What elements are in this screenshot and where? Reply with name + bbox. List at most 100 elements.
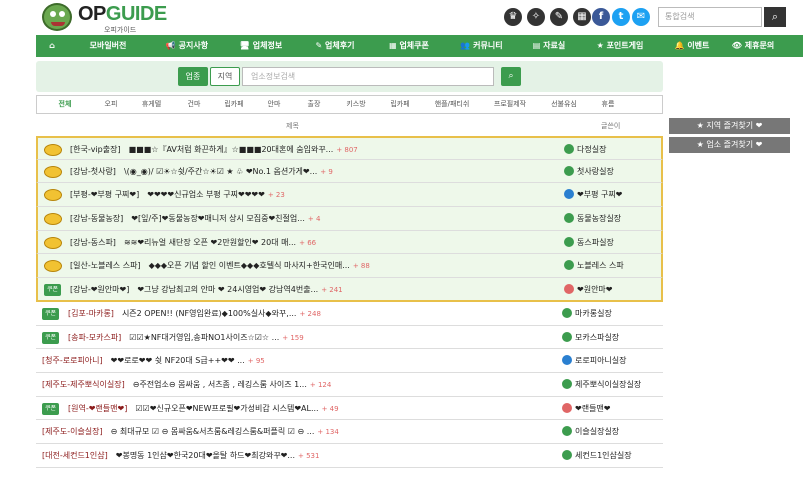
table-row[interactable]: [강남-동물농장] ❤[잎/주]❤동물농장❤매니저 상시 모집중❤친절업... + … bbox=[36, 207, 663, 231]
post-writer[interactable]: ❤부평 구찌❤ bbox=[564, 189, 622, 200]
tab-all[interactable]: 전체 bbox=[37, 96, 93, 113]
tab-lipcafe-2[interactable]: 립카페 bbox=[378, 96, 422, 113]
facebook-icon[interactable]: f bbox=[592, 8, 610, 26]
post-title-link[interactable]: [대전-세컨드1인샵] ❤봉명동 1인샵❤한국20대❤올탈 하드❤최강와꾸❤...… bbox=[42, 450, 502, 461]
comment-count: + 531 bbox=[298, 451, 320, 460]
nav-home[interactable]: ⌂ bbox=[36, 35, 68, 57]
table-row[interactable]: 쿠폰 [원역-❤랜들맨❤] ☑☑❤신규오픈❤NEW프로필❤가성비갑 시스템❤AL..… bbox=[36, 397, 663, 421]
vip-medal-icon bbox=[44, 165, 62, 178]
post-title: ❤[잎/주]❤동물농장❤매니저 상시 모집중❤친절업... bbox=[131, 214, 305, 224]
business-search-button[interactable]: ⌕ bbox=[501, 67, 521, 86]
search-area-button[interactable]: 지역 bbox=[210, 67, 240, 86]
nav-event[interactable]: 🔔 이벤트 bbox=[661, 35, 723, 57]
tab-profile[interactable]: 프로필제작 bbox=[482, 96, 538, 113]
table-row[interactable]: [일산-노블레스 스파] ◆◆◆오픈 기념 할인 이벤트◆◆◆호텔식 마사지+한국… bbox=[36, 254, 663, 279]
book-icon[interactable]: ▦ bbox=[573, 8, 591, 26]
post-writer[interactable]: 첫사랑실장 bbox=[564, 165, 614, 177]
tab-usim[interactable]: 선불유심 bbox=[538, 96, 590, 113]
post-list: [한국-vip출장] ■■■☆『AV처럼 화끈하게』☆■■■20대혼에 숨입와꾸.… bbox=[36, 136, 663, 468]
writer-level-icon bbox=[562, 307, 572, 318]
business-search-input[interactable]: 업소정보검색 bbox=[242, 67, 494, 86]
post-title-link[interactable]: [송파-모카스파] ☑☑★NF대거영입,송파NO1사이즈☆☑☆ ... + 159 bbox=[68, 332, 528, 343]
post-title-link[interactable]: [제주도-이슬실장] ⊖ 최대규모 ☑ ⊖ 몸싸움&서츠룸&레깅스룸&퍼플릭 ☑ … bbox=[42, 426, 502, 437]
table-row[interactable]: [청주-로로피아니] ❤❤로로❤❤ 쉿 NF20대 S급++❤❤ ... + 95 로… bbox=[36, 349, 663, 373]
post-title-link[interactable]: [부평-❤부평 구찌❤] ❤❤❤❤신규업소 부평 구찌❤❤❤❤ + 23 bbox=[70, 189, 530, 200]
post-writer[interactable]: 제주뽀식이실장실장 bbox=[562, 378, 641, 390]
tab-hyureum[interactable]: 휴름 bbox=[590, 96, 626, 113]
post-title-link[interactable]: [강남-❤원안마❤] ❤그냥 강남최고의 안마 ❤ 24시영업❤ 강남역4번출..… bbox=[70, 284, 530, 295]
mail-icon[interactable]: ✉ bbox=[632, 8, 650, 26]
table-row[interactable]: 쿠폰 [강남-❤원안마❤] ❤그냥 강남최고의 안마 ❤ 24시영업❤ 강남역4번출… bbox=[36, 278, 663, 302]
post-category: [일산-노블레스 스파] bbox=[70, 261, 141, 271]
post-title-link[interactable]: [강남-동물농장] ❤[잎/주]❤동물농장❤매니저 상시 모집중❤친절업... + … bbox=[70, 213, 530, 224]
tab-rest[interactable]: 휴게텔 bbox=[129, 96, 174, 113]
tab-fetish[interactable]: 핸플/패티쉬 bbox=[422, 96, 482, 113]
writer-level-icon bbox=[564, 284, 574, 295]
post-writer[interactable]: 다정실장 bbox=[564, 144, 606, 155]
table-row[interactable]: 쿠폰 [김포-마카롱] 시즌2 OPEN!! (NF영입완료)◆100%실사◆와꾸,… bbox=[36, 302, 663, 326]
tab-op[interactable]: 오피 bbox=[93, 96, 129, 113]
tab-anma[interactable]: 안마 bbox=[254, 96, 294, 113]
twitter-icon[interactable]: t bbox=[612, 8, 630, 26]
post-title-link[interactable]: [강남-동스파] ≋≋❤리뉴얼 새단장 오픈 ❤2만원할인❤ 20대 매... + … bbox=[70, 237, 530, 248]
site-logo[interactable]: OPGUIDE 오피가이드 bbox=[42, 3, 177, 34]
table-row[interactable]: [한국-vip출장] ■■■☆『AV처럼 화끈하게』☆■■■20대혼에 숨입와꾸.… bbox=[36, 136, 663, 160]
table-row[interactable]: [부평-❤부평 구찌❤] ❤❤❤❤신규업소 부평 구찌❤❤❤❤ + 23 ❤부평 구찌… bbox=[36, 183, 663, 208]
post-writer[interactable]: ❤랜들맨❤ bbox=[562, 402, 611, 414]
comment-count: + 248 bbox=[299, 309, 321, 318]
writer-name: ❤원안마❤ bbox=[577, 285, 613, 295]
table-row[interactable]: [강남-첫사랑] \(◉_◉)/ ☑☀☆쉿/주간☆☀☑ ★ ♧ ❤No.1 옵션가… bbox=[36, 159, 663, 184]
global-search-input[interactable]: 통합검색 bbox=[658, 7, 762, 27]
post-writer[interactable]: 이슬실장실장 bbox=[562, 426, 619, 437]
nav-point-game[interactable]: ★ 포인트게임 bbox=[579, 35, 661, 57]
post-title-link[interactable]: [일산-노블레스 스파] ◆◆◆오픈 기념 할인 이벤트◆◆◆호텔식 마사지+한국… bbox=[70, 260, 530, 271]
post-title-link[interactable]: [제주도-제주뽀식이실장] ⊖주전업소⊖ 몸싸움 , 서츠좀 , 레깅스룸 사이즈… bbox=[42, 379, 502, 390]
star-icon[interactable]: ✧ bbox=[527, 8, 545, 26]
post-title-link[interactable]: [원역-❤랜들맨❤] ☑☑❤신규오픈❤NEW프로필❤가성비갑 시스템❤AL... +… bbox=[68, 403, 528, 414]
nav-biz-coupon[interactable]: ▦ 업체쿠폰 bbox=[374, 35, 444, 57]
area-favorites-button[interactable]: ★ 지역 즐겨찾기 ❤ bbox=[669, 118, 790, 134]
post-title-link[interactable]: [강남-첫사랑] \(◉_◉)/ ☑☀☆쉿/주간☆☀☑ ★ ♧ ❤No.1 옵션가… bbox=[70, 166, 530, 177]
writer-level-icon bbox=[562, 355, 572, 366]
tab-gunma[interactable]: 건마 bbox=[174, 96, 214, 113]
nav-community[interactable]: 👥 커뮤니티 bbox=[444, 35, 519, 57]
post-title-link[interactable]: [김포-마카롱] 시즌2 OPEN!! (NF영입완료)◆100%실사◆와꾸,..… bbox=[68, 308, 528, 319]
post-writer[interactable]: 노블레스 스파 bbox=[564, 260, 624, 271]
tab-trip[interactable]: 출장 bbox=[294, 96, 334, 113]
nav-biz-info[interactable]: 🖥 업체정보 bbox=[226, 35, 296, 57]
post-writer[interactable]: 모카스파실장 bbox=[562, 331, 619, 343]
post-writer[interactable]: ❤원안마❤ bbox=[564, 284, 613, 295]
nav-files[interactable]: ▤ 자료실 bbox=[519, 35, 579, 57]
table-row[interactable]: 쿠폰 [송파-모카스파] ☑☑★NF대거영입,송파NO1사이즈☆☑☆ ... + 15… bbox=[36, 326, 663, 350]
table-row[interactable]: [제주도-이슬실장] ⊖ 최대규모 ☑ ⊖ 몸싸움&서츠룸&레깅스룸&퍼플릭 ☑ … bbox=[36, 420, 663, 444]
pen-icon[interactable]: ✎ bbox=[550, 8, 568, 26]
post-writer[interactable]: 동물농장실장 bbox=[564, 213, 621, 224]
post-title-link[interactable]: [한국-vip출장] ■■■☆『AV처럼 화끈하게』☆■■■20대혼에 숨입와꾸.… bbox=[70, 144, 530, 155]
global-search-button[interactable]: ⌕ bbox=[764, 7, 786, 27]
nav-mobile[interactable]: 모바일버전 bbox=[68, 35, 148, 57]
nav-partnership[interactable]: 👁 제휴문의 bbox=[723, 35, 783, 57]
post-category: [한국-vip출장] bbox=[70, 145, 121, 154]
home-icon: ⌂ bbox=[49, 41, 55, 50]
post-writer[interactable]: 동스파실장 bbox=[564, 236, 614, 248]
crown-icon[interactable]: ♛ bbox=[504, 8, 522, 26]
writer-name: 다정실장 bbox=[577, 145, 607, 154]
writer-level-icon bbox=[562, 426, 572, 437]
tab-kiss[interactable]: 키스방 bbox=[334, 96, 378, 113]
nav-biz-review[interactable]: ✎ 업체후기 bbox=[296, 35, 374, 57]
post-category: [원역-❤랜들맨❤] bbox=[68, 403, 128, 413]
search-type-button[interactable]: 업종 bbox=[178, 67, 208, 86]
tab-lipcafe[interactable]: 립카페 bbox=[214, 96, 254, 113]
writer-level-icon bbox=[562, 378, 572, 389]
comment-count: + 95 bbox=[247, 357, 265, 366]
table-row[interactable]: [제주도-제주뽀식이실장] ⊖주전업소⊖ 몸싸움 , 서츠좀 , 레깅스룸 사이즈… bbox=[36, 373, 663, 397]
biz-favorites-button[interactable]: ★ 업소 즐겨찾기 ❤ bbox=[669, 137, 790, 153]
table-row[interactable]: [강남-동스파] ≋≋❤리뉴얼 새단장 오픈 ❤2만원할인❤ 20대 매... + … bbox=[36, 230, 663, 255]
post-title-link[interactable]: [청주-로로피아니] ❤❤로로❤❤ 쉿 NF20대 S급++❤❤ ... + 95 bbox=[42, 355, 502, 366]
writer-name: ❤부평 구찌❤ bbox=[577, 190, 623, 200]
post-writer[interactable]: 로로피아니실장 bbox=[562, 355, 627, 366]
table-row[interactable]: [대전-세컨드1인샵] ❤봉명동 1인샵❤한국20대❤올탈 하드❤최강와꾸❤...… bbox=[36, 444, 663, 468]
post-writer[interactable]: 마카롱실장 bbox=[562, 307, 612, 319]
post-writer[interactable]: 세컨드1인샵실장 bbox=[562, 449, 632, 461]
nav-notice[interactable]: 📢 공지사항 bbox=[148, 35, 226, 57]
